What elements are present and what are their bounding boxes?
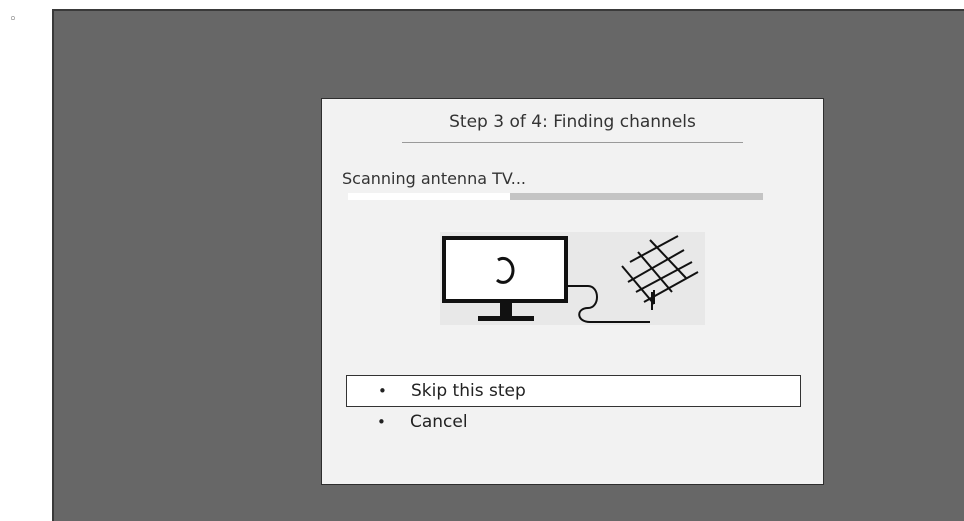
cancel-label: Cancel (410, 412, 468, 432)
menu-bullet: • (377, 413, 386, 431)
skip-step-label: Skip this step (411, 381, 526, 401)
dialog-title: Step 3 of 4: Finding channels (449, 112, 696, 132)
title-divider (402, 142, 743, 143)
tv-icon (442, 236, 568, 321)
menu-bullet: • (378, 382, 387, 400)
scan-progress-bar (348, 193, 763, 200)
antenna-icon (621, 235, 699, 305)
list-bullet-marker: ◦ (9, 12, 17, 27)
setup-options-menu: • Skip this step • Cancel (346, 375, 801, 439)
tv-screen: Step 3 of 4: Finding channels Scanning a… (52, 9, 964, 521)
tv-antenna-illustration (440, 232, 705, 325)
cancel-option[interactable]: • Cancel (346, 407, 801, 439)
setup-dialog: Step 3 of 4: Finding channels Scanning a… (321, 98, 824, 485)
skip-step-option[interactable]: • Skip this step (346, 375, 801, 407)
scan-status-text: Scanning antenna TV... (342, 169, 527, 188)
scan-progress-fill (348, 193, 510, 200)
